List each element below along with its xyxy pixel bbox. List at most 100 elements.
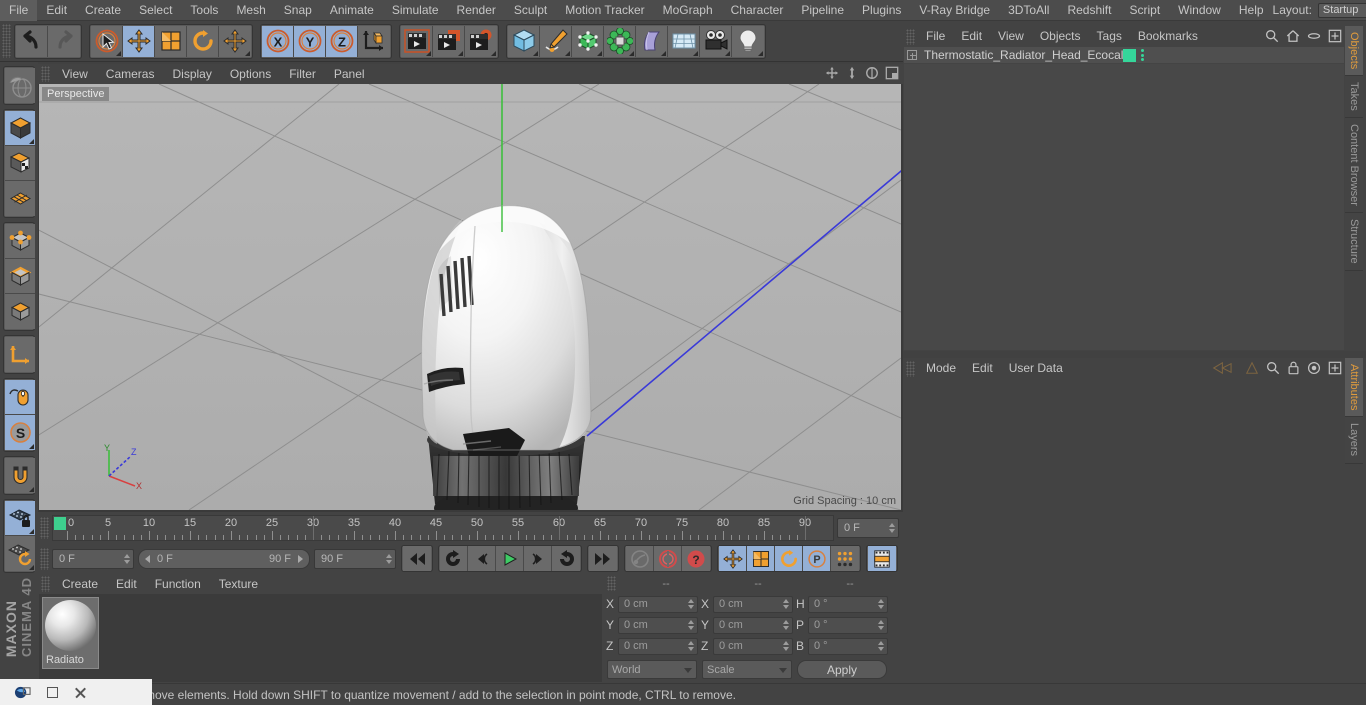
next-key-button[interactable] xyxy=(552,546,580,571)
menu-file[interactable]: File xyxy=(0,0,38,21)
parameter-key-toggle[interactable]: P xyxy=(803,546,831,571)
menu-mesh[interactable]: Mesh xyxy=(227,0,274,21)
transport-grip[interactable] xyxy=(40,547,49,570)
object-menu-edit[interactable]: Edit xyxy=(953,26,990,47)
coordinate-mode-select[interactable]: Scale xyxy=(702,660,792,679)
current-frame-field[interactable]: 0 F xyxy=(837,517,899,538)
rotate-tool-button[interactable] xyxy=(187,25,219,57)
coord-field-size-x[interactable]: 0 cm xyxy=(713,595,793,613)
rotation-key-toggle[interactable] xyxy=(775,546,803,571)
menu-redshift[interactable]: Redshift xyxy=(1058,0,1120,21)
light-object-button[interactable] xyxy=(732,25,764,57)
floor-environment-button[interactable] xyxy=(668,25,700,57)
coord-spinner-pos-y[interactable] xyxy=(686,618,695,632)
axis-y-button[interactable]: Y xyxy=(294,25,326,57)
preview-range-bar[interactable]: 0 F 90 F xyxy=(138,548,310,569)
tag-dots-icon[interactable] xyxy=(1141,49,1145,61)
coord-field-size-y[interactable]: 0 cm xyxy=(713,616,793,634)
menu-snap[interactable]: Snap xyxy=(275,0,321,21)
pan-view-icon[interactable] xyxy=(825,66,839,80)
viewport-menu-panel[interactable]: Panel xyxy=(325,64,374,84)
3d-viewport[interactable]: Perspective Grid Spacing : 10 cm Y X Z xyxy=(39,84,901,510)
ellipse-icon[interactable] xyxy=(1307,29,1321,43)
start-frame-spinner[interactable] xyxy=(122,552,131,566)
coord-spinner-size-z[interactable] xyxy=(781,639,790,653)
menu-character[interactable]: Character xyxy=(722,0,793,21)
object-tree[interactable]: 0 Thermostatic_Radiator_Head_Ecocal xyxy=(904,47,1344,350)
tab-content-browser[interactable]: Content Browser xyxy=(1345,118,1363,213)
deformer-bend-button[interactable] xyxy=(636,25,668,57)
render-settings-button[interactable] xyxy=(465,25,497,57)
coord-field-rot-b[interactable]: 0 ° xyxy=(808,637,888,655)
back-nav-icon[interactable] xyxy=(1212,361,1238,375)
polygon-grid-mode-button[interactable] xyxy=(5,181,35,216)
step-forward-button[interactable] xyxy=(524,546,552,571)
material-menu-texture[interactable]: Texture xyxy=(210,574,267,594)
go-to-end-button[interactable] xyxy=(589,546,617,571)
magnet-tool-button[interactable] xyxy=(5,458,35,493)
object-menu-objects[interactable]: Objects xyxy=(1032,26,1089,47)
point-level-animation-toggle[interactable] xyxy=(831,546,859,571)
viewport-grip[interactable] xyxy=(41,66,50,82)
menu-tools[interactable]: Tools xyxy=(181,0,227,21)
coordinates-grip[interactable] xyxy=(607,576,616,591)
world-object-axis-button[interactable] xyxy=(358,25,390,57)
attributes-menu-mode[interactable]: Mode xyxy=(918,358,964,379)
attributes-content[interactable] xyxy=(904,379,1344,682)
c4d-app-icon[interactable] xyxy=(14,684,31,701)
tab-layers[interactable]: Layers xyxy=(1345,417,1363,464)
menu-create[interactable]: Create xyxy=(76,0,130,21)
home-icon[interactable] xyxy=(1286,29,1300,43)
undo-view-tool-button[interactable] xyxy=(5,68,35,103)
viewport-solo-button[interactable] xyxy=(5,380,35,415)
undo-button[interactable] xyxy=(16,25,48,57)
menu-render[interactable]: Render xyxy=(448,0,505,21)
material-tag-icon[interactable] xyxy=(1123,48,1137,62)
scale-key-toggle[interactable] xyxy=(747,546,775,571)
forward-nav-icon[interactable] xyxy=(1245,361,1259,375)
layout-select[interactable]: Startup xyxy=(1317,2,1366,18)
coord-field-rot-h[interactable]: 0 ° xyxy=(808,595,888,613)
coord-field-pos-z[interactable]: 0 cm xyxy=(618,637,698,655)
menu-select[interactable]: Select xyxy=(130,0,181,21)
current-frame-marker[interactable] xyxy=(54,516,66,530)
coord-field-size-z[interactable]: 0 cm xyxy=(713,637,793,655)
render-view-button[interactable] xyxy=(401,25,433,57)
menu-vray-bridge[interactable]: V-Ray Bridge xyxy=(910,0,999,21)
object-menu-tags[interactable]: Tags xyxy=(1089,26,1130,47)
toolbar-grip[interactable] xyxy=(2,24,11,58)
attributes-menu-user-data[interactable]: User Data xyxy=(1001,358,1071,379)
timeline-ruler[interactable]: 051015202530354045505560657075808590 xyxy=(52,514,834,541)
menu-help[interactable]: Help xyxy=(1230,0,1273,21)
previous-key-button[interactable] xyxy=(440,546,468,571)
axis-z-button[interactable]: Z xyxy=(326,25,358,57)
menu-plugins[interactable]: Plugins xyxy=(853,0,910,21)
lock-icon[interactable] xyxy=(1287,361,1300,375)
expand-icon[interactable] xyxy=(1328,29,1342,43)
coord-spinner-pos-z[interactable] xyxy=(686,639,695,653)
object-menu-view[interactable]: View xyxy=(990,26,1032,47)
viewport-menu-view[interactable]: View xyxy=(53,64,97,84)
coord-field-pos-x[interactable]: 0 cm xyxy=(618,595,698,613)
menu-3dtoall[interactable]: 3DToAll xyxy=(999,0,1058,21)
rotate-view-icon[interactable] xyxy=(865,66,879,80)
menu-script[interactable]: Script xyxy=(1120,0,1169,21)
coord-field-rot-p[interactable]: 0 ° xyxy=(808,616,888,634)
cube-primitive-button[interactable] xyxy=(508,25,540,57)
tab-attributes[interactable]: Attributes xyxy=(1345,358,1363,418)
render-region-button[interactable] xyxy=(433,25,465,57)
menu-motion-tracker[interactable]: Motion Tracker xyxy=(556,0,653,21)
expand-icon[interactable] xyxy=(1328,361,1342,375)
redo-button[interactable] xyxy=(48,25,80,57)
menu-window[interactable]: Window xyxy=(1169,0,1230,21)
texture-mode-button[interactable] xyxy=(5,146,35,181)
coord-field-pos-y[interactable]: 0 cm xyxy=(618,616,698,634)
menu-simulate[interactable]: Simulate xyxy=(383,0,448,21)
tab-structure[interactable]: Structure xyxy=(1345,212,1363,271)
material-grip[interactable] xyxy=(41,576,50,592)
coord-spinner-rot-p[interactable] xyxy=(876,618,885,632)
material-menu-create[interactable]: Create xyxy=(53,574,107,594)
array-generator-button[interactable] xyxy=(572,25,604,57)
attributes-grip[interactable] xyxy=(906,360,915,377)
maximize-viewport-icon[interactable] xyxy=(885,66,899,80)
